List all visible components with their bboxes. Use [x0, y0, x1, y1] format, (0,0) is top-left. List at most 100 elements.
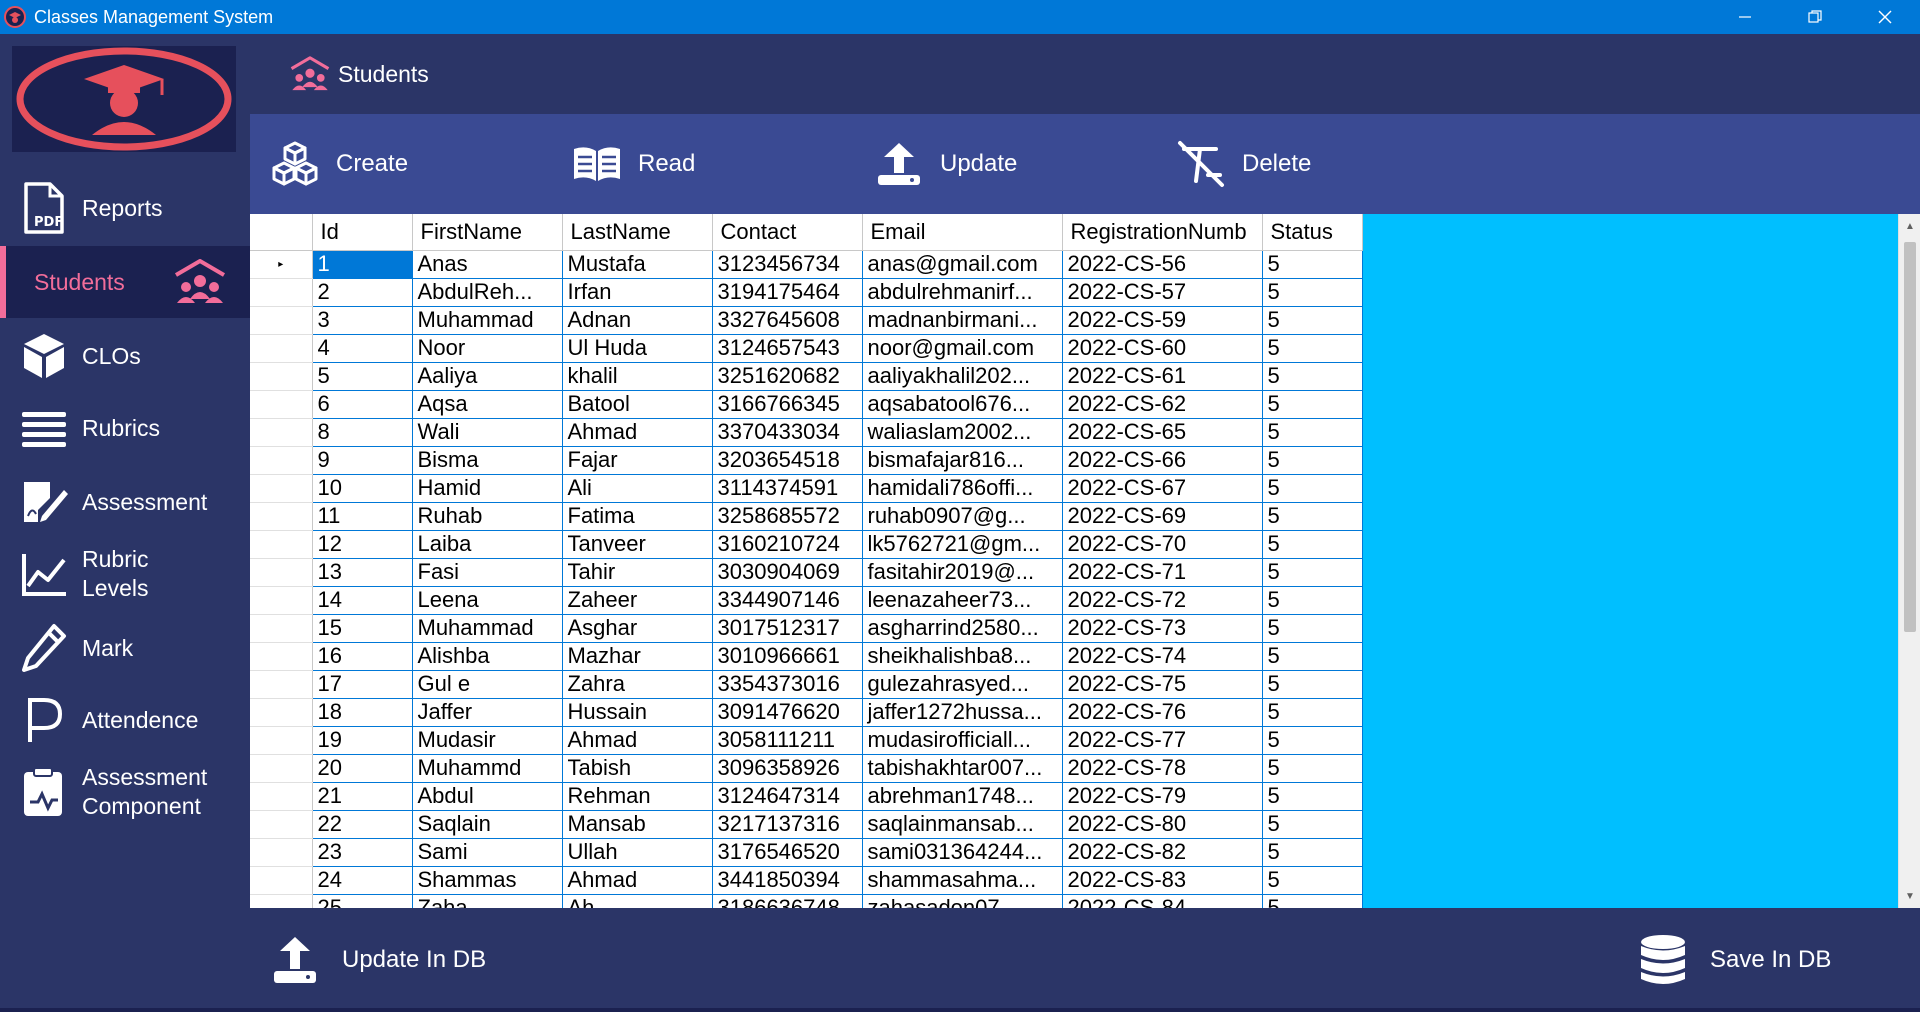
table-row[interactable]: 22 Saqlain Mansab 3217137316 saqlainmansab..…	[250, 810, 1363, 839]
scroll-up-arrow-icon[interactable]: ▲	[1899, 216, 1920, 236]
table-row[interactable]: 10 Hamid Ali 3114374591 hamidali786offi... 20…	[250, 474, 1363, 503]
row-header[interactable]	[250, 558, 313, 587]
table-row[interactable]: 23 Sami Ullah 3176546520 sami031364244... 202…	[250, 838, 1363, 867]
table-cell-firstname[interactable]: Abdul	[412, 782, 563, 811]
table-cell-registrationnumb[interactable]: 2022-CS-70	[1062, 530, 1263, 559]
table-cell-email[interactable]: lk5762721@gm...	[862, 530, 1063, 559]
table-row[interactable]: 11 Ruhab Fatima 3258685572 ruhab0907@g... 202…	[250, 502, 1363, 531]
table-cell-registrationnumb[interactable]: 2022-CS-57	[1062, 278, 1263, 307]
table-cell-registrationnumb[interactable]: 2022-CS-84	[1062, 894, 1263, 908]
table-cell-email[interactable]: abrehman1748...	[862, 782, 1063, 811]
table-cell-firstname[interactable]: Zaha...	[412, 894, 563, 908]
table-cell-firstname[interactable]: Saqlain	[412, 810, 563, 839]
table-cell-registrationnumb[interactable]: 2022-CS-78	[1062, 754, 1263, 783]
table-cell-status[interactable]: 5	[1262, 306, 1363, 335]
table-cell-email[interactable]: leenazaheer73...	[862, 586, 1063, 615]
table-cell-id[interactable]: 19	[312, 726, 413, 755]
row-header[interactable]	[250, 894, 313, 908]
column-header[interactable]: FirstName	[412, 214, 563, 251]
table-cell-status[interactable]: 5	[1262, 670, 1363, 699]
table-cell-id[interactable]: 10	[312, 474, 413, 503]
table-cell-status[interactable]: 5	[1262, 698, 1363, 727]
table-cell-id[interactable]: 4	[312, 334, 413, 363]
scroll-down-arrow-icon[interactable]: ▼	[1899, 886, 1920, 906]
table-cell-contact[interactable]: 3370433034	[712, 418, 863, 447]
table-cell-status[interactable]: 5	[1262, 502, 1363, 531]
row-header[interactable]	[250, 726, 313, 755]
table-cell-contact[interactable]: 3160210724	[712, 530, 863, 559]
table-row[interactable]: 17 Gul e Zahra 3354373016 gulezahrasyed... 20…	[250, 670, 1363, 699]
table-cell-firstname[interactable]: Aaliya	[412, 362, 563, 391]
table-cell-id[interactable]: 16	[312, 642, 413, 671]
table-cell-registrationnumb[interactable]: 2022-CS-72	[1062, 586, 1263, 615]
sidebar-item-reports[interactable]: PDF Reports	[0, 172, 250, 244]
table-cell-firstname[interactable]: Muhammad	[412, 306, 563, 335]
table-cell-status[interactable]: 5	[1262, 390, 1363, 419]
table-cell-firstname[interactable]: Sami	[412, 838, 563, 867]
table-cell-registrationnumb[interactable]: 2022-CS-67	[1062, 474, 1263, 503]
column-header[interactable]: Email	[862, 214, 1063, 251]
table-cell-firstname[interactable]: Hamid	[412, 474, 563, 503]
table-cell-email[interactable]: aaliyakhalil202...	[862, 362, 1063, 391]
table-cell-status[interactable]: 5	[1262, 278, 1363, 307]
update-in-db-button[interactable]: Update In DB	[270, 930, 486, 990]
table-cell-firstname[interactable]: AbdulReh...	[412, 278, 563, 307]
table-cell-contact[interactable]: 3058111211	[712, 726, 863, 755]
table-cell-contact[interactable]: 3186636748	[712, 894, 863, 908]
table-cell-firstname[interactable]: Bisma	[412, 446, 563, 475]
table-cell-email[interactable]: asgharrind2580...	[862, 614, 1063, 643]
table-cell-email[interactable]: waliaslam2002...	[862, 418, 1063, 447]
row-header[interactable]	[250, 838, 313, 867]
table-cell-registrationnumb[interactable]: 2022-CS-66	[1062, 446, 1263, 475]
table-cell-lastname[interactable]: Mustafa	[562, 250, 713, 279]
sidebar-item-rubrics[interactable]: Rubrics	[0, 392, 250, 464]
table-row[interactable]: 16 Alishba Mazhar 3010966661 sheikhalishba8.…	[250, 642, 1363, 671]
table-cell-lastname[interactable]: Ah...	[562, 894, 713, 908]
table-cell-lastname[interactable]: Fatima	[562, 502, 713, 531]
table-cell-lastname[interactable]: Adnan	[562, 306, 713, 335]
table-cell-registrationnumb[interactable]: 2022-CS-83	[1062, 866, 1263, 895]
row-header[interactable]	[250, 614, 313, 643]
row-header[interactable]	[250, 530, 313, 559]
column-header[interactable]: RegistrationNumb	[1062, 214, 1263, 251]
table-cell-contact[interactable]: 3327645608	[712, 306, 863, 335]
table-cell-contact[interactable]: 3354373016	[712, 670, 863, 699]
table-cell-firstname[interactable]: Leena	[412, 586, 563, 615]
table-row[interactable]: 6 Aqsa Batool 3166766345 aqsabatool676... 202…	[250, 390, 1363, 419]
table-cell-registrationnumb[interactable]: 2022-CS-65	[1062, 418, 1263, 447]
table-cell-registrationnumb[interactable]: 2022-CS-71	[1062, 558, 1263, 587]
create-button[interactable]: Create	[270, 114, 408, 214]
table-cell-email[interactable]: gulezahrasyed...	[862, 670, 1063, 699]
table-cell-lastname[interactable]: Tahir	[562, 558, 713, 587]
row-header[interactable]	[250, 446, 313, 475]
column-header[interactable]: Status	[1262, 214, 1363, 251]
table-cell-contact[interactable]: 3258685572	[712, 502, 863, 531]
minimize-button[interactable]	[1710, 0, 1780, 34]
table-cell-id[interactable]: 21	[312, 782, 413, 811]
table-cell-lastname[interactable]: Zahra	[562, 670, 713, 699]
table-cell-registrationnumb[interactable]: 2022-CS-59	[1062, 306, 1263, 335]
table-row[interactable]: ▸ 1 Anas Mustafa 3123456734 anas@gmail.com 202…	[250, 250, 1363, 279]
table-cell-id[interactable]: 18	[312, 698, 413, 727]
table-cell-firstname[interactable]: Laiba	[412, 530, 563, 559]
table-cell-id[interactable]: 25	[312, 894, 413, 908]
table-row[interactable]: 24 Shammas Ahmad 3441850394 shammasahma... 20…	[250, 866, 1363, 895]
table-cell-id[interactable]: 5	[312, 362, 413, 391]
table-cell-status[interactable]: 5	[1262, 838, 1363, 867]
table-cell-registrationnumb[interactable]: 2022-CS-74	[1062, 642, 1263, 671]
row-header[interactable]	[250, 754, 313, 783]
table-cell-status[interactable]: 5	[1262, 782, 1363, 811]
sidebar-item-attendence[interactable]: Attendence	[0, 684, 250, 756]
table-cell-lastname[interactable]: Asghar	[562, 614, 713, 643]
table-cell-firstname[interactable]: Shammas	[412, 866, 563, 895]
current-row-indicator-icon[interactable]: ▸	[250, 250, 313, 279]
table-cell-contact[interactable]: 3017512317	[712, 614, 863, 643]
row-header[interactable]	[250, 586, 313, 615]
table-cell-registrationnumb[interactable]: 2022-CS-69	[1062, 502, 1263, 531]
table-cell-registrationnumb[interactable]: 2022-CS-62	[1062, 390, 1263, 419]
table-cell-status[interactable]: 5	[1262, 362, 1363, 391]
row-header[interactable]	[250, 642, 313, 671]
table-cell-id[interactable]: 6	[312, 390, 413, 419]
table-cell-id[interactable]: 24	[312, 866, 413, 895]
table-cell-firstname[interactable]: Wali	[412, 418, 563, 447]
